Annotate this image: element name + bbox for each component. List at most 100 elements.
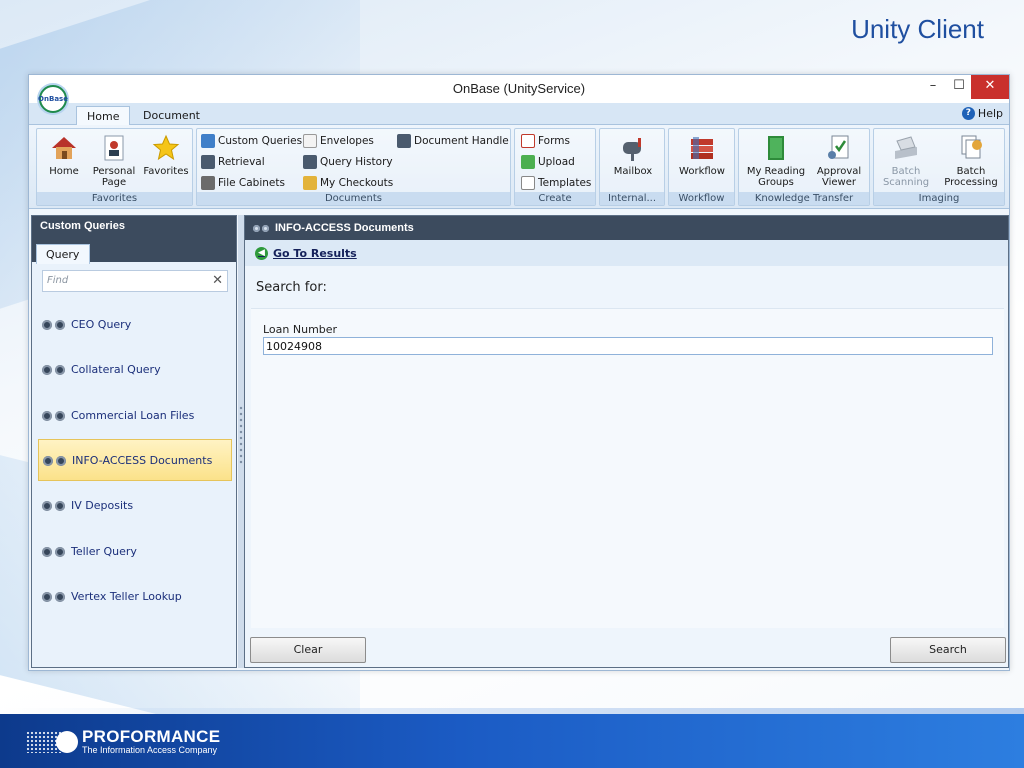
query-item-label: IV Deposits [71, 498, 134, 512]
file-cabinets-icon [201, 176, 215, 190]
search-form: Loan Number 10024908 [251, 308, 1004, 628]
loan-number-input[interactable]: 10024908 [263, 337, 993, 355]
document-handle-label: Document Handle [414, 135, 509, 147]
personal-page-icon [99, 133, 129, 163]
custom-queries-label: Custom Queries [218, 135, 303, 147]
retrieval-icon [201, 155, 215, 169]
proformance-logo: PROFORMANCE The Information Access Compa… [26, 728, 220, 755]
templates-label: Templates [538, 177, 592, 189]
query-item-label: Teller Query [71, 544, 137, 558]
clear-find-icon[interactable]: ✕ [212, 273, 223, 288]
ribbon-group-knowledge-transfer: My Reading Groups Approval Viewer Knowle… [738, 128, 870, 206]
splitter-grip-icon [239, 405, 243, 465]
binoculars-icon [42, 362, 66, 376]
upload-button[interactable]: Upload [521, 154, 575, 170]
scanner-icon [891, 133, 921, 163]
binoculars-icon [43, 453, 67, 467]
window-title: OnBase (UnityService) [452, 81, 586, 96]
ribbon-group-internal: Mailbox Internal... [599, 128, 665, 206]
custom-queries-panel: Custom Queries Query Find ✕ CEO Query Co… [31, 215, 237, 668]
query-item-iv-deposits[interactable]: IV Deposits [38, 484, 232, 526]
approval-viewer-button[interactable]: Approval Viewer [811, 133, 867, 188]
query-item-info-access-documents[interactable]: INFO-ACCESS Documents [38, 439, 232, 481]
group-label-documents: Documents [197, 192, 510, 205]
house-icon [49, 133, 79, 163]
upload-label: Upload [538, 156, 575, 168]
maximize-button[interactable]: ☐ [945, 75, 973, 99]
find-placeholder: Find [47, 275, 69, 286]
checkouts-icon [303, 176, 317, 190]
tab-home[interactable]: Home [76, 106, 131, 126]
document-handle-button[interactable]: Document Handle [397, 133, 509, 149]
templates-button[interactable]: Templates [521, 175, 591, 191]
workflow-button[interactable]: Workflow [677, 133, 727, 177]
query-item-commercial-loan-files[interactable]: Commercial Loan Files [38, 394, 232, 436]
help-icon: ? [961, 107, 975, 120]
my-reading-groups-button[interactable]: My Reading Groups [745, 133, 807, 188]
binoculars-icon [42, 544, 66, 558]
envelope-icon [303, 134, 317, 148]
batch-processing-label: Batch Processing [944, 166, 998, 188]
batch-scanning-label: Batch Scanning [882, 166, 930, 188]
tab-document[interactable]: Document [133, 106, 210, 126]
star-icon [151, 133, 181, 163]
query-item-ceo-query[interactable]: CEO Query [38, 303, 232, 345]
favorites-button[interactable]: Favorites [141, 133, 191, 177]
group-label-imaging: Imaging [874, 192, 1004, 205]
forms-button[interactable]: Forms [521, 133, 570, 149]
help-button[interactable]: ? Help [961, 107, 1003, 120]
clear-button[interactable]: Clear [250, 637, 366, 663]
templates-icon [521, 176, 535, 190]
company-name: PROFORMANCE [82, 727, 221, 746]
search-button[interactable]: Search [890, 637, 1006, 663]
query-history-button[interactable]: Query History [303, 154, 393, 170]
batch-processing-button[interactable]: Batch Processing [940, 133, 1002, 188]
home-button[interactable]: Home [39, 133, 89, 177]
find-input[interactable]: Find ✕ [42, 270, 228, 292]
ribbon-group-imaging: Batch Scanning Batch Processing Imaging [873, 128, 1005, 206]
query-item-teller-query[interactable]: Teller Query [38, 530, 232, 572]
forms-label: Forms [538, 135, 570, 147]
mailbox-icon [618, 133, 648, 163]
group-label-favorites: Favorites [37, 192, 192, 205]
query-panel-title: INFO-ACCESS Documents [275, 222, 414, 234]
envelopes-button[interactable]: Envelopes [303, 133, 374, 149]
onbase-window: OnBase (UnityService) – ☐ ✕ OnBase Home … [28, 74, 1010, 671]
group-label-internal: Internal... [600, 192, 664, 205]
tab-query[interactable]: Query [36, 244, 90, 264]
reading-groups-icon [761, 133, 791, 163]
query-item-label: Commercial Loan Files [71, 408, 195, 422]
close-button[interactable]: ✕ [971, 75, 1009, 99]
query-item-label: Collateral Query [71, 362, 161, 376]
query-item-vertex-teller-lookup[interactable]: Vertex Teller Lookup [38, 575, 232, 617]
retrieval-button[interactable]: Retrieval [201, 154, 265, 170]
panel-header: Custom Queries [32, 216, 236, 238]
query-item-label: CEO Query [71, 317, 132, 331]
my-checkouts-button[interactable]: My Checkouts [303, 175, 393, 191]
onbase-logo-icon[interactable]: OnBase [38, 85, 68, 113]
mailbox-button[interactable]: Mailbox [608, 133, 658, 177]
workflow-label: Workflow [679, 166, 725, 177]
custom-queries-button[interactable]: Custom Queries [201, 133, 302, 149]
query-history-label: Query History [320, 156, 393, 168]
favorites-label: Favorites [143, 166, 189, 177]
upload-icon [521, 155, 535, 169]
ribbon-group-workflow: Workflow Workflow [668, 128, 735, 206]
personal-page-label: Personal Page [92, 166, 136, 188]
batch-scanning-button[interactable]: Batch Scanning [880, 133, 932, 188]
go-to-results-label: Go To Results [273, 246, 357, 260]
file-cabinets-button[interactable]: File Cabinets [201, 175, 285, 191]
go-to-results-link[interactable]: ◀ Go To Results [245, 240, 1008, 266]
loan-number-label: Loan Number [263, 323, 338, 336]
query-item-collateral-query[interactable]: Collateral Query [38, 348, 232, 390]
query-history-icon [303, 155, 317, 169]
ribbon-group-create: Forms Upload Templates Create [514, 128, 596, 206]
retrieval-label: Retrieval [218, 156, 265, 168]
minimize-button[interactable]: – [919, 75, 947, 99]
forms-icon [521, 134, 535, 148]
approval-viewer-icon [824, 133, 854, 163]
personal-page-button[interactable]: Personal Page [89, 133, 139, 188]
workflow-icon [687, 133, 717, 163]
batch-processing-icon [956, 133, 986, 163]
logo-text: PROFORMANCE The Information Access Compa… [82, 728, 220, 755]
